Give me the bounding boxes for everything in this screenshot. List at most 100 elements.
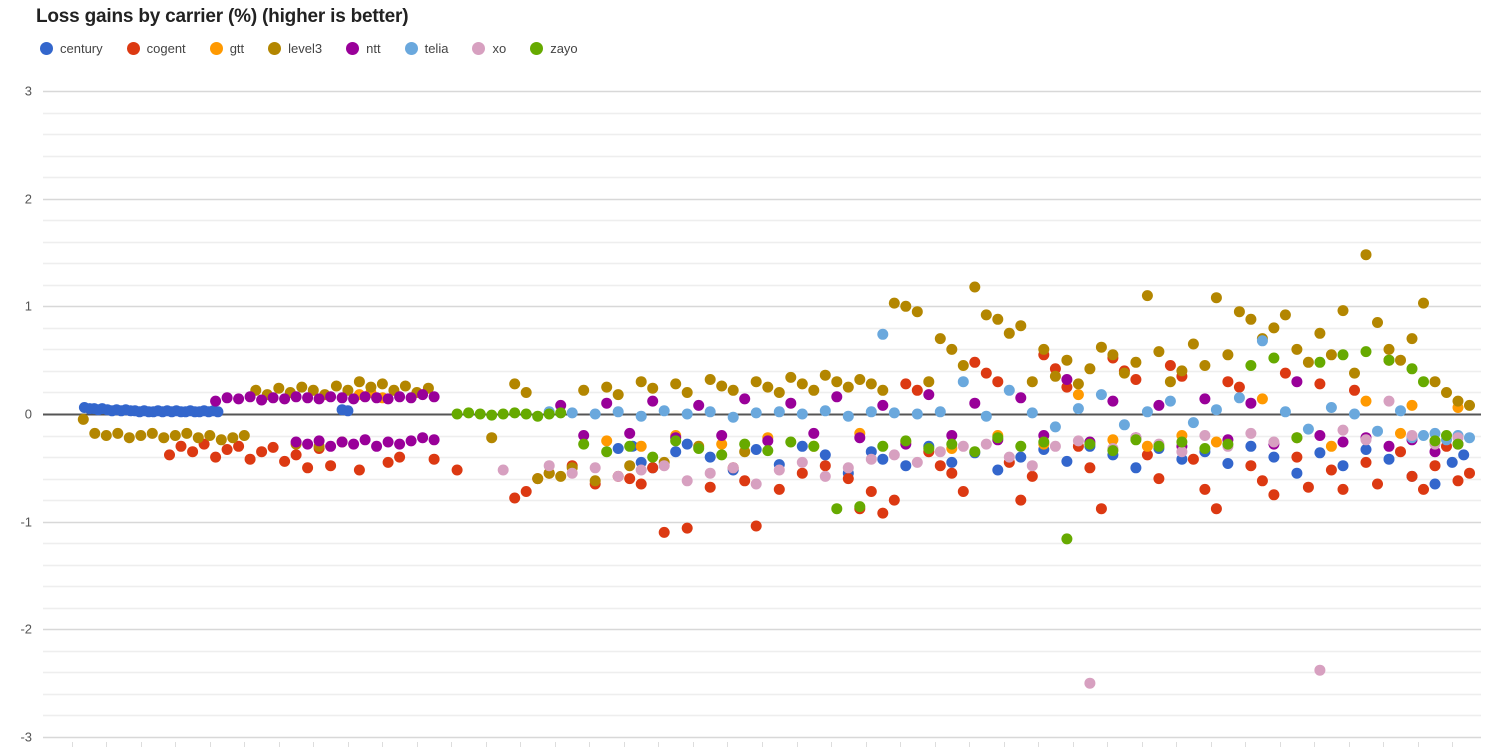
data-point[interactable] (566, 407, 578, 419)
data-point[interactable] (670, 435, 682, 447)
data-point[interactable] (819, 470, 831, 482)
data-point[interactable] (992, 313, 1004, 325)
data-point[interactable] (831, 376, 843, 388)
data-point[interactable] (1210, 436, 1222, 448)
data-point[interactable] (1210, 404, 1222, 416)
data-point[interactable] (1291, 432, 1303, 444)
data-point[interactable] (681, 475, 693, 487)
data-point[interactable] (1256, 393, 1268, 405)
data-point[interactable] (89, 427, 101, 439)
data-point[interactable] (819, 405, 831, 417)
data-point[interactable] (589, 462, 601, 474)
data-point[interactable] (509, 378, 521, 390)
data-point[interactable] (681, 387, 693, 398)
data-point[interactable] (819, 369, 831, 381)
data-point[interactable] (681, 522, 693, 534)
data-point[interactable] (1418, 483, 1429, 495)
data-point[interactable] (296, 381, 308, 393)
data-point[interactable] (1360, 456, 1372, 468)
data-point[interactable] (342, 405, 354, 417)
data-point[interactable] (796, 467, 808, 479)
data-point[interactable] (348, 393, 360, 405)
data-point[interactable] (1061, 533, 1073, 545)
data-point[interactable] (1406, 333, 1418, 345)
data-point[interactable] (1015, 392, 1027, 404)
data-point[interactable] (1095, 389, 1107, 401)
data-point[interactable] (704, 406, 716, 418)
data-point[interactable] (1003, 327, 1015, 339)
data-point[interactable] (212, 406, 224, 418)
data-point[interactable] (681, 438, 693, 450)
data-point[interactable] (135, 430, 147, 441)
data-point[interactable] (302, 462, 314, 474)
data-point[interactable] (681, 408, 693, 420)
data-point[interactable] (969, 281, 981, 293)
data-point[interactable] (1245, 427, 1257, 439)
data-point[interactable] (313, 393, 325, 405)
data-point[interactable] (273, 382, 285, 394)
data-point[interactable] (382, 436, 394, 448)
data-point[interactable] (704, 374, 716, 385)
data-point[interactable] (635, 478, 647, 490)
data-point[interactable] (946, 467, 958, 479)
data-point[interactable] (980, 410, 992, 422)
data-point[interactable] (1015, 494, 1027, 506)
data-point[interactable] (1464, 399, 1475, 411)
data-point[interactable] (635, 376, 647, 388)
data-point[interactable] (1452, 475, 1464, 487)
data-point[interactable] (181, 427, 193, 439)
data-point[interactable] (877, 328, 889, 340)
data-point[interactable] (1395, 446, 1406, 458)
data-point[interactable] (1210, 503, 1222, 515)
data-point[interactable] (1291, 467, 1303, 479)
data-point[interactable] (750, 444, 762, 455)
data-point[interactable] (946, 456, 958, 468)
data-point[interactable] (601, 381, 613, 393)
data-point[interactable] (658, 460, 670, 472)
data-point[interactable] (1360, 249, 1372, 261)
data-point[interactable] (215, 434, 227, 446)
data-point[interactable] (158, 432, 170, 444)
data-point[interactable] (1372, 425, 1383, 437)
data-point[interactable] (394, 438, 406, 450)
data-point[interactable] (175, 440, 187, 452)
data-point[interactable] (739, 438, 751, 450)
data-point[interactable] (325, 460, 337, 472)
data-point[interactable] (100, 430, 112, 441)
data-point[interactable] (1061, 374, 1073, 385)
data-point[interactable] (1279, 367, 1291, 379)
data-point[interactable] (1337, 460, 1349, 472)
data-point[interactable] (1349, 367, 1360, 379)
data-point[interactable] (382, 393, 394, 405)
data-point[interactable] (1302, 481, 1314, 493)
data-point[interactable] (624, 427, 636, 439)
data-point[interactable] (1164, 395, 1176, 407)
data-point[interactable] (1199, 360, 1211, 371)
data-point[interactable] (1360, 434, 1372, 446)
data-point[interactable] (1349, 408, 1360, 420)
data-point[interactable] (417, 389, 429, 401)
data-point[interactable] (635, 464, 647, 476)
data-point[interactable] (900, 435, 912, 447)
data-point[interactable] (647, 451, 659, 463)
data-point[interactable] (290, 449, 302, 461)
data-point[interactable] (290, 436, 302, 448)
data-point[interactable] (233, 393, 245, 405)
data-point[interactable] (394, 451, 406, 463)
data-point[interactable] (888, 407, 900, 419)
data-point[interactable] (578, 438, 590, 450)
data-point[interactable] (1302, 356, 1314, 368)
data-point[interactable] (647, 462, 659, 474)
data-point[interactable] (934, 460, 946, 472)
data-point[interactable] (1072, 403, 1084, 415)
data-point[interactable] (831, 391, 843, 403)
data-point[interactable] (739, 393, 751, 405)
data-point[interactable] (1383, 453, 1395, 465)
data-point[interactable] (957, 486, 969, 497)
data-point[interactable] (1222, 438, 1234, 450)
data-point[interactable] (716, 449, 728, 461)
data-point[interactable] (1383, 343, 1395, 355)
data-point[interactable] (325, 440, 337, 452)
data-point[interactable] (1199, 393, 1211, 405)
data-point[interactable] (693, 399, 705, 411)
